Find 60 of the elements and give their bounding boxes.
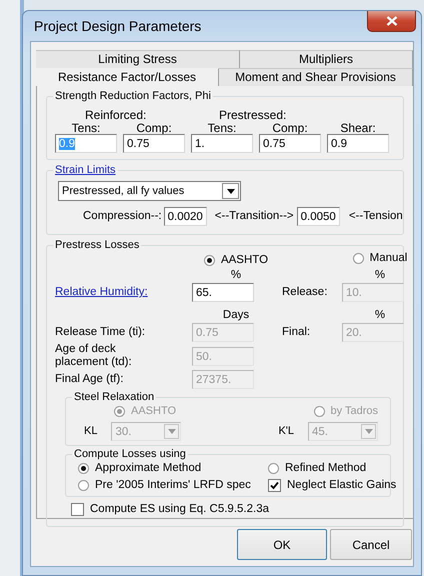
group-label: Prestressed: [219, 109, 288, 122]
field-label: % [374, 269, 386, 281]
field-label: Compression--: [83, 210, 162, 223]
tab[interactable]: Limiting Stress [36, 50, 240, 68]
tab[interactable]: Multipliers [240, 50, 413, 68]
field-label: Shear: [340, 122, 376, 134]
checkbox-option[interactable]: Neglect Elastic Gains [268, 479, 396, 492]
radio-option[interactable]: Approximate Method [78, 462, 268, 475]
radio-button[interactable] [204, 254, 215, 266]
window-title: Project Design Parameters [34, 20, 202, 32]
relative-humidity-link[interactable]: Relative Humidity: [55, 286, 148, 298]
dropdown[interactable]: Prestressed, all fy values [58, 181, 241, 201]
field-label: Final Age (tf): [55, 373, 124, 385]
input-field[interactable]: 0.75 [259, 134, 321, 153]
input-field[interactable]: 0.0020 [164, 207, 207, 226]
input-field[interactable]: 1. [191, 134, 253, 153]
radio-option[interactable]: AASHTO [204, 254, 268, 266]
radio-button[interactable] [78, 463, 89, 474]
caret-icon [222, 183, 239, 199]
field-label: K'L [278, 425, 294, 438]
tab[interactable]: Moment and Shear Provisions [219, 68, 413, 86]
checkbox[interactable] [71, 503, 84, 516]
caret-icon [361, 424, 376, 439]
group-title: Prestress Losses [55, 239, 140, 251]
input-field[interactable]: 0.0050 [296, 207, 340, 226]
close-icon [386, 16, 398, 26]
group-title: Compute Losses using [74, 448, 186, 460]
field-label: Comp: [136, 122, 172, 134]
radio-option[interactable]: Refined Method [268, 462, 396, 475]
field-label: KL [84, 425, 98, 438]
field-label: Age of deck placement (td): [55, 343, 133, 369]
field-label: Tens: [208, 122, 236, 134]
radio-button[interactable] [268, 463, 279, 474]
field-label: Days [222, 309, 250, 321]
radio-option[interactable]: Pre '2005 Interims' LRFD spec [78, 479, 268, 492]
field-label: Final: [282, 326, 310, 338]
dialog-button[interactable]: Cancel [330, 529, 412, 560]
checkbox-option[interactable]: Compute ES using Eq. C5.9.5.2.3a [71, 503, 269, 516]
field-label: <--Transition--> [214, 210, 294, 223]
input-field[interactable]: 0.9 [327, 134, 389, 153]
input-field[interactable]: 65. [192, 283, 254, 302]
field-label: Tens: [72, 122, 100, 134]
field-label: <--Tension [348, 210, 403, 223]
dialog-button[interactable]: OK [237, 529, 327, 560]
field-label: % [230, 269, 242, 281]
close-button[interactable] [367, 11, 416, 32]
checkbox[interactable] [268, 479, 281, 492]
radio-option[interactable]: Manual [352, 252, 408, 265]
group-label: Reinforced: [85, 109, 148, 122]
strain-limits-link[interactable]: Strain Limits [55, 164, 116, 176]
group-title: Steel Relaxation [74, 391, 154, 403]
radio-button[interactable] [78, 480, 89, 491]
field-label: Release Time (ti): [55, 326, 146, 338]
input-field[interactable]: 0.75 [123, 134, 185, 153]
caret-icon [164, 424, 180, 439]
field-label: % [374, 309, 386, 321]
group-title: Strength Reduction Factors, Phi [55, 90, 211, 102]
field-label: Comp: [272, 122, 308, 134]
radio-button[interactable] [352, 253, 364, 264]
field-label: Release: [282, 286, 328, 298]
